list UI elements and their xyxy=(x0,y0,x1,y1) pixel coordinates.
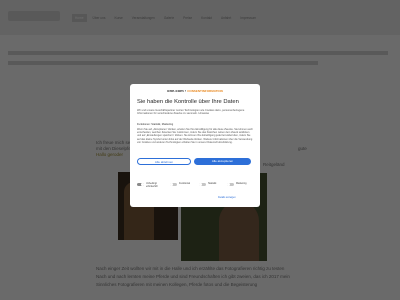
category-label: Funktional xyxy=(179,182,191,185)
accept-all-button[interactable]: Alle akzeptieren xyxy=(194,158,251,165)
functional-toggle[interactable] xyxy=(170,182,177,187)
consent-intro-text: Wir und unsere Geschäftspartner nutzen T… xyxy=(137,109,245,116)
category-marketing: Marketing xyxy=(227,182,247,187)
marketing-toggle[interactable] xyxy=(227,182,234,187)
consent-categories: Unbedingt erforderlich Funktional Statis… xyxy=(137,182,257,192)
category-label: Statistik xyxy=(208,182,217,185)
category-label: Unbedingt erforderlich xyxy=(146,182,158,188)
brand-subtitle: CONSENTINFORMATION xyxy=(187,89,223,93)
category-necessary: Unbedingt erforderlich xyxy=(137,182,166,188)
consent-title: Sie haben die Kontrolle über Ihre Daten xyxy=(137,99,239,105)
necessary-toggle[interactable] xyxy=(137,182,144,187)
category-label: Marketing xyxy=(236,182,247,185)
brand-name: one.com xyxy=(167,88,184,93)
consent-section-title: Funktionen: Statistik, Marketing xyxy=(137,123,174,126)
reject-all-button[interactable]: Alle ablehnen xyxy=(137,158,191,165)
consent-description: Wenn Sie auf „Akzeptieren“ klicken, erte… xyxy=(137,128,253,144)
show-details-link[interactable]: Details anzeigen xyxy=(218,196,236,199)
statistics-toggle[interactable] xyxy=(199,182,206,187)
category-functional: Funktional xyxy=(170,182,191,187)
consent-brand-logo: one.com › CONSENTINFORMATION xyxy=(130,88,260,93)
category-statistics: Statistik xyxy=(199,182,217,187)
cookie-consent-dialog: one.com › CONSENTINFORMATION Sie haben d… xyxy=(130,84,260,207)
brand-separator-icon: › xyxy=(184,88,187,93)
